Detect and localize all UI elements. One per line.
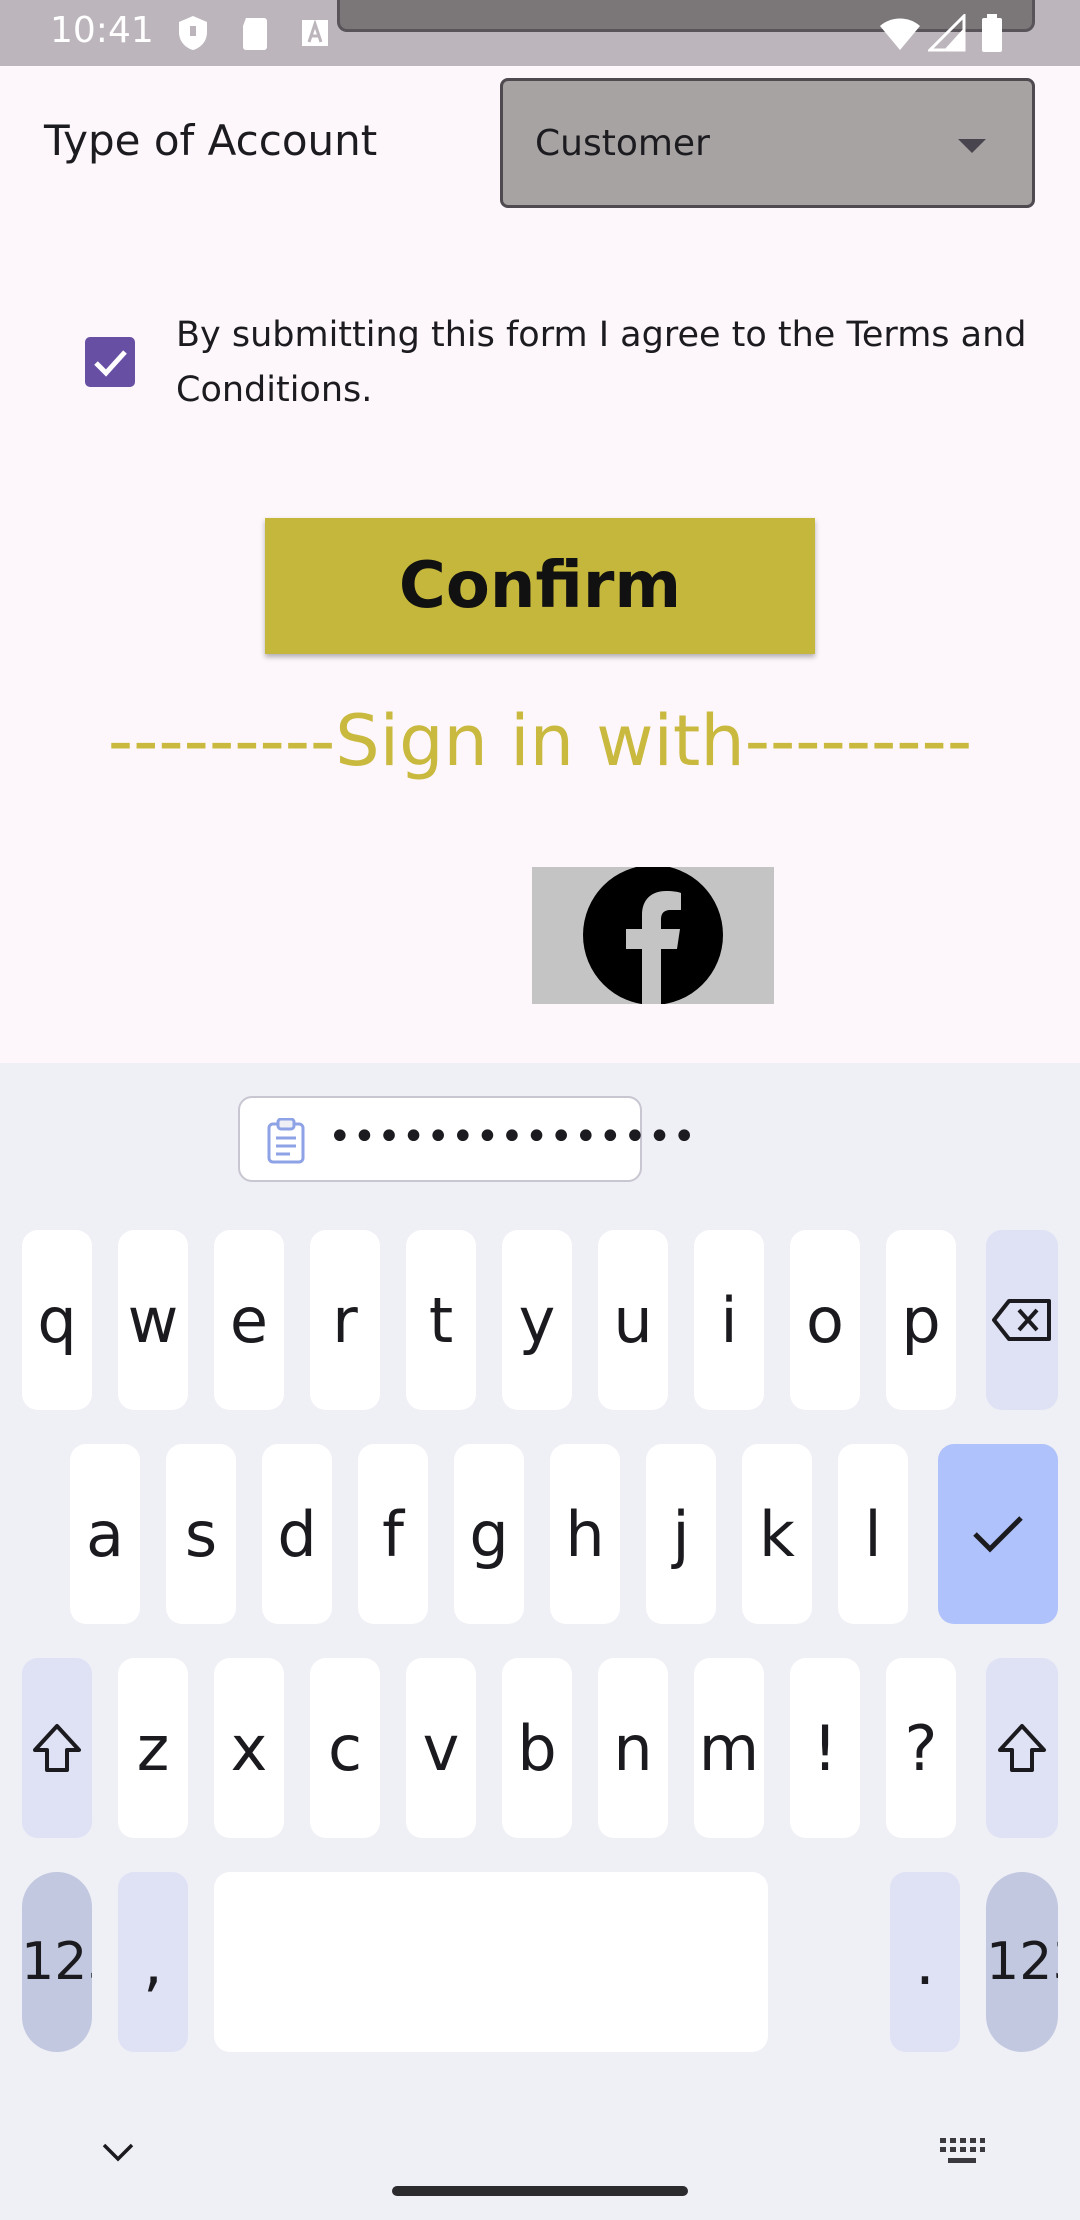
facebook-login-button[interactable] [532, 867, 774, 1004]
key-g[interactable]: g [454, 1444, 524, 1624]
wifi-icon [880, 18, 920, 50]
key-q[interactable]: q [22, 1230, 92, 1410]
key-y[interactable]: y [502, 1230, 572, 1410]
key-a[interactable]: a [70, 1444, 140, 1624]
backspace-icon [992, 1299, 1051, 1341]
symbols-key-label: ?123 [986, 1932, 1058, 1992]
signal-icon [928, 14, 966, 52]
clipboard-suggestion[interactable]: ••••••••••••••• [238, 1096, 696, 1182]
dropdown-arrow-icon [958, 139, 986, 153]
key-v[interactable]: v [406, 1658, 476, 1838]
confirm-label: Confirm [398, 549, 682, 623]
key-c[interactable]: c [310, 1658, 380, 1838]
space-key[interactable] [214, 1872, 768, 2052]
key-j[interactable]: j [646, 1444, 716, 1624]
account-type-label: Type of Account [44, 116, 378, 165]
symbols-key-right[interactable]: ?123 [986, 1872, 1058, 2052]
backspace-key[interactable] [986, 1230, 1058, 1410]
terms-text: By submitting this form I agree to the T… [176, 315, 1027, 410]
check-icon [94, 350, 127, 377]
key-f[interactable]: f [358, 1444, 428, 1624]
key-comma[interactable]: , [118, 1872, 188, 2052]
sign-in-with-divider: ---------Sign in with--------- [107, 700, 973, 782]
enter-key[interactable] [938, 1444, 1058, 1624]
status-time: 10:41 [50, 10, 154, 51]
key-e[interactable]: e [214, 1230, 284, 1410]
keyboard-switch-icon[interactable] [938, 2136, 986, 2168]
key-exclamation[interactable]: ! [790, 1658, 860, 1838]
key-i[interactable]: i [694, 1230, 764, 1410]
key-m[interactable]: m [694, 1658, 764, 1838]
shift-icon [998, 1724, 1046, 1772]
key-k[interactable]: k [742, 1444, 812, 1624]
clipboard-icon [267, 1118, 305, 1164]
key-b[interactable]: b [502, 1658, 572, 1838]
key-n[interactable]: n [598, 1658, 668, 1838]
shift-key-left[interactable] [22, 1658, 92, 1838]
key-r[interactable]: r [310, 1230, 380, 1410]
key-question[interactable]: ? [886, 1658, 956, 1838]
account-type-dropdown[interactable]: Customer [500, 78, 1035, 208]
key-o[interactable]: o [790, 1230, 860, 1410]
key-u[interactable]: u [598, 1230, 668, 1410]
home-indicator[interactable] [392, 2186, 688, 2196]
key-x[interactable]: x [214, 1658, 284, 1838]
shield-icon [179, 16, 207, 50]
key-h[interactable]: h [550, 1444, 620, 1624]
sd-card-icon [243, 18, 267, 50]
terms-checkbox[interactable] [85, 337, 135, 387]
account-type-value: Customer [535, 123, 710, 164]
key-t[interactable]: t [406, 1230, 476, 1410]
shift-key-right[interactable] [986, 1658, 1058, 1838]
battery-icon [982, 14, 1002, 52]
symbols-key-left[interactable]: ?123 [22, 1872, 92, 2052]
facebook-icon [583, 867, 723, 1004]
hide-keyboard-chevron-icon[interactable] [100, 2140, 136, 2164]
shift-icon [33, 1724, 81, 1772]
key-s[interactable]: s [166, 1444, 236, 1624]
key-l[interactable]: l [838, 1444, 908, 1624]
symbols-key-label: ?123 [22, 1932, 92, 1992]
key-w[interactable]: w [118, 1230, 188, 1410]
font-icon [302, 19, 328, 46]
checkmark-icon [973, 1516, 1023, 1553]
confirm-button[interactable]: Confirm [265, 518, 815, 654]
key-z[interactable]: z [118, 1658, 188, 1838]
key-period[interactable]: . [890, 1872, 960, 2052]
clipboard-text: ••••••••••••••• [328, 1114, 697, 1160]
key-d[interactable]: d [262, 1444, 332, 1624]
key-p[interactable]: p [886, 1230, 956, 1410]
